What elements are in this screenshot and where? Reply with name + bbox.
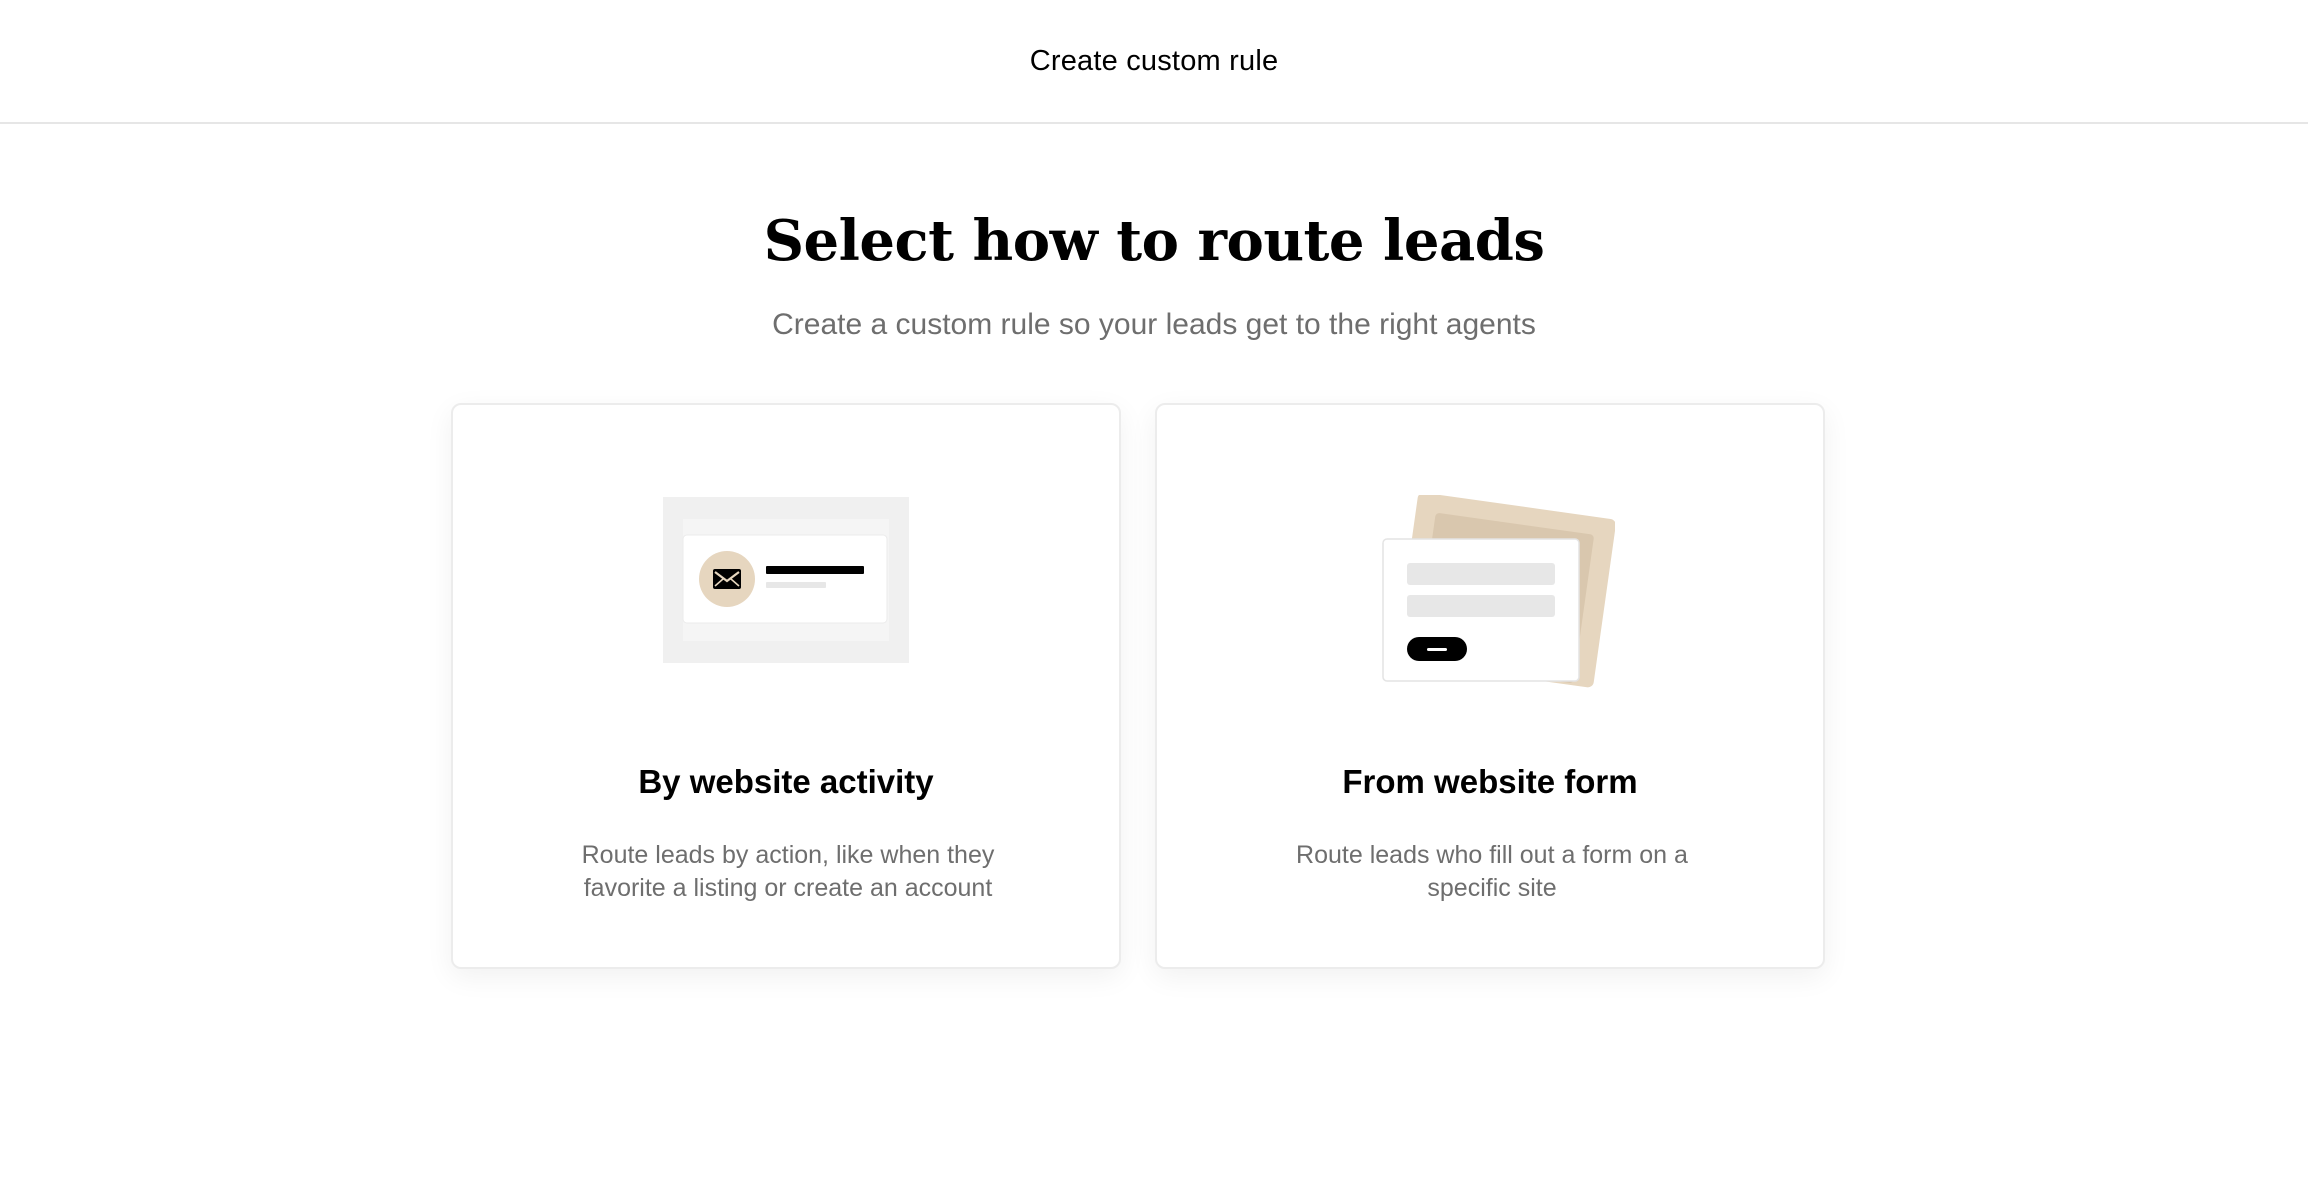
- website-form-description: Route leads who fill out a form on a spe…: [1296, 841, 1688, 902]
- page-subtitle: Create a custom rule so your leads get t…: [772, 308, 1536, 341]
- mail-icon: [713, 569, 741, 589]
- website-form-title: From website form: [1342, 763, 1638, 800]
- activity-illustration-graphic: [663, 497, 909, 663]
- website-activity-option-card[interactable]: By website activity Route leads by actio…: [451, 403, 1121, 969]
- form-illustration-graphic: [1382, 495, 1615, 688]
- website-activity-description: Route leads by action, like when they fa…: [581, 841, 995, 902]
- website-form-option-card[interactable]: From website form Route leads who fill o…: [1155, 403, 1825, 969]
- top-header: Create custom rule: [0, 0, 2308, 124]
- page-header-title: Create custom rule: [1029, 44, 1279, 77]
- page-title: Select how to route leads: [763, 208, 1545, 274]
- website-form-illustration: [1157, 495, 1823, 695]
- website-activity-illustration: [453, 495, 1119, 695]
- website-activity-title: By website activity: [638, 763, 934, 800]
